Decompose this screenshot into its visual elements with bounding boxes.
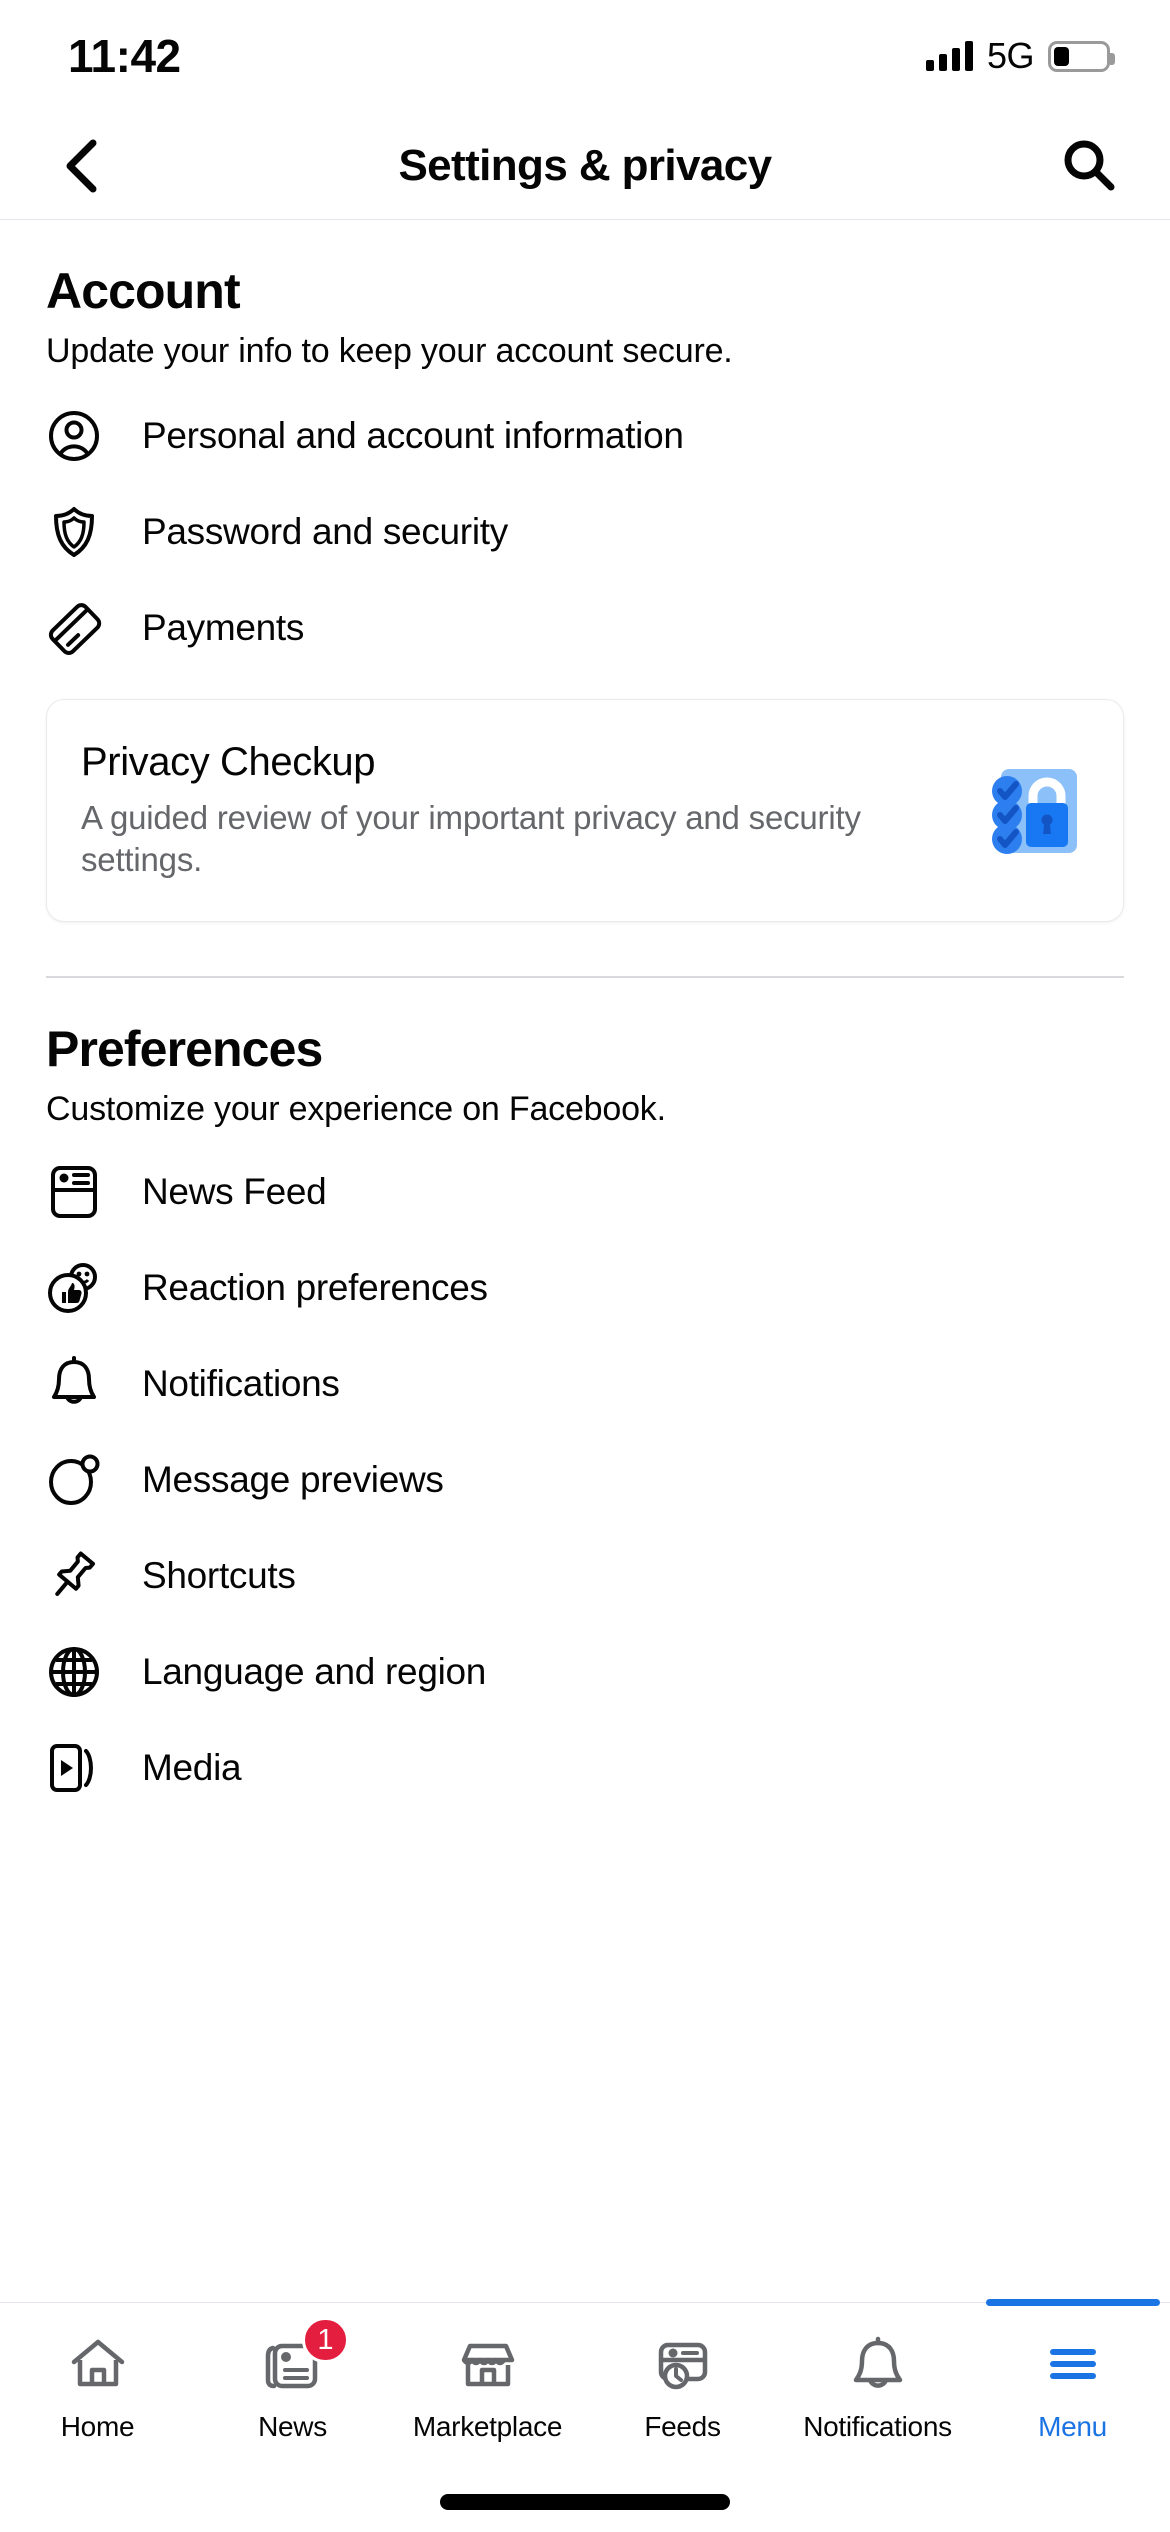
shield-icon	[46, 504, 102, 560]
settings-row-payments[interactable]: Payments	[46, 587, 1124, 669]
settings-row-message-previews[interactable]: Message previews	[46, 1439, 1124, 1521]
tab-label: News	[258, 2411, 327, 2442]
credit-card-icon	[46, 600, 102, 656]
tab-marketplace[interactable]: Marketplace	[390, 2303, 585, 2443]
tab-home[interactable]: Home	[0, 2303, 195, 2443]
settings-scroll-area[interactable]: Account Update your info to keep your ac…	[0, 220, 1170, 2302]
settings-row-label: Message previews	[142, 1459, 444, 1501]
settings-row-password-security[interactable]: Password and security	[46, 491, 1124, 573]
feeds-clock-icon	[651, 2329, 715, 2399]
globe-icon	[46, 1644, 102, 1700]
hamburger-menu-icon	[1041, 2329, 1105, 2399]
settings-row-label: Personal and account information	[142, 415, 684, 456]
settings-row-notifications[interactable]: Notifications	[46, 1343, 1124, 1425]
settings-row-label: Payments	[142, 607, 305, 648]
page-header: Settings & privacy	[0, 112, 1170, 220]
settings-row-language-region[interactable]: Language and region	[46, 1631, 1124, 1713]
newspaper-icon: 1	[261, 2317, 349, 2399]
active-tab-indicator	[985, 2299, 1160, 2306]
news-badge: 1	[302, 2317, 349, 2363]
settings-row-label: Password and security	[142, 511, 508, 552]
account-section: Account Update your info to keep your ac…	[0, 220, 1170, 979]
status-bar: 11:42 5G	[0, 0, 1170, 112]
back-button[interactable]	[44, 129, 118, 203]
search-button[interactable]	[1052, 129, 1126, 203]
preferences-section-title: Preferences	[46, 1021, 323, 1078]
search-icon	[1064, 140, 1115, 190]
settings-row-media[interactable]: Media	[46, 1727, 1124, 1809]
tab-feeds[interactable]: Feeds	[585, 2303, 780, 2443]
settings-row-label: Notifications	[142, 1363, 340, 1405]
status-time: 11:42	[68, 30, 181, 82]
settings-row-news-feed[interactable]: News Feed	[46, 1151, 1124, 1233]
settings-row-label: Language and region	[142, 1651, 487, 1693]
tab-menu[interactable]: Menu	[975, 2299, 1170, 2443]
media-play-icon	[46, 1740, 102, 1796]
person-circle-icon	[46, 408, 102, 464]
settings-row-label: News Feed	[142, 1171, 327, 1213]
tab-label: Home	[60, 2411, 135, 2442]
status-indicators: 5G	[925, 35, 1115, 77]
pushpin-icon	[46, 1548, 102, 1604]
tab-label: Feeds	[644, 2411, 721, 2442]
bottom-tab-bar: Home 1 News Marketplace Feeds Notificati…	[0, 2299, 1170, 2532]
tab-label: Notifications	[803, 2411, 952, 2442]
chevron-left-icon	[66, 139, 97, 192]
tab-label: Menu	[1038, 2411, 1107, 2442]
news-feed-icon	[46, 1164, 102, 1220]
home-icon	[66, 2329, 130, 2399]
signal-bars-icon	[925, 41, 973, 71]
settings-row-reaction-preferences[interactable]: Reaction preferences	[46, 1247, 1124, 1329]
privacy-checkup-title: Privacy Checkup	[81, 740, 376, 784]
privacy-checkup-subtitle: A guided review of your important privac…	[81, 799, 861, 879]
storefront-icon	[456, 2329, 520, 2399]
page-title: Settings & privacy	[398, 140, 772, 190]
message-bubble-icon	[46, 1452, 102, 1508]
settings-row-label: Reaction preferences	[142, 1267, 488, 1309]
reactions-icon	[46, 1260, 102, 1316]
bell-icon	[846, 2329, 910, 2399]
tab-news[interactable]: 1 News	[195, 2303, 390, 2443]
privacy-checkup-card[interactable]: Privacy Checkup A guided review of your …	[46, 699, 1124, 923]
settings-row-shortcuts[interactable]: Shortcuts	[46, 1535, 1124, 1617]
account-section-subtitle: Update your info to keep your account se…	[46, 332, 733, 370]
bell-icon	[46, 1356, 102, 1412]
battery-icon	[1048, 40, 1115, 72]
network-type-label: 5G	[986, 35, 1035, 76]
privacy-checklist-lock-icon	[981, 757, 1089, 865]
home-indicator	[440, 2494, 730, 2510]
settings-row-label: Media	[142, 1747, 242, 1789]
tab-notifications[interactable]: Notifications	[780, 2303, 975, 2443]
preferences-section-subtitle: Customize your experience on Facebook.	[46, 1090, 666, 1129]
settings-row-personal-info[interactable]: Personal and account information	[46, 395, 1124, 477]
tab-label: Marketplace	[412, 2411, 563, 2442]
settings-row-label: Shortcuts	[142, 1555, 296, 1597]
preferences-section: Preferences Customize your experience on…	[0, 978, 1170, 1809]
account-section-title: Account	[46, 263, 241, 319]
